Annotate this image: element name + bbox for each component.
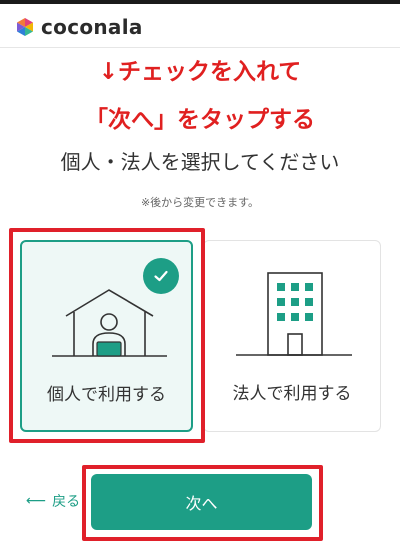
logo-text: coconala xyxy=(41,15,143,39)
option-card-individual[interactable]: 個人で利用する xyxy=(20,240,193,432)
annotation-line-2: 「次へ」をタップする xyxy=(85,107,315,133)
back-label: 戻る xyxy=(52,494,81,510)
house-person-icon xyxy=(52,289,167,357)
change-later-note: ※後から変更できます。 xyxy=(140,196,260,209)
option-label-individual: 個人で利用する xyxy=(47,385,166,405)
coconala-logo[interactable]: coconala xyxy=(14,15,143,39)
logo-mark-icon xyxy=(17,18,33,36)
option-label-corporate: 法人で利用する xyxy=(232,384,352,404)
checkmark-icon xyxy=(154,270,168,282)
page-title: 個人・法人を選択してください xyxy=(60,150,340,174)
annotation-line-1: ↓チェックを入れて xyxy=(98,59,302,85)
next-button[interactable]: 次へ xyxy=(91,474,312,530)
arrow-left-icon: ⟵ xyxy=(26,493,47,509)
top-bar: coconala xyxy=(0,0,400,48)
back-link[interactable]: ⟵ 戻る xyxy=(26,491,80,511)
building-icon xyxy=(236,272,352,356)
option-card-corporate[interactable]: 法人で利用する xyxy=(203,240,381,432)
